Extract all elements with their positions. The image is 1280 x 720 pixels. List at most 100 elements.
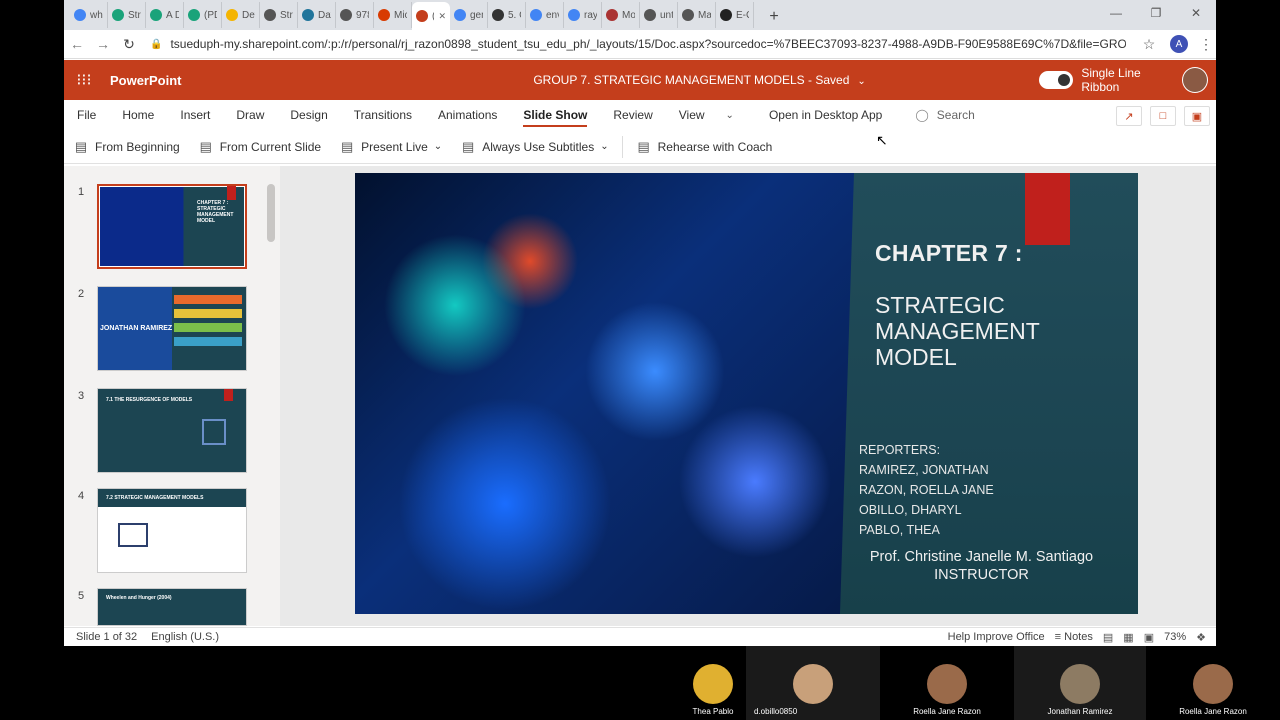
browser-tab-strip: whStraA Di(PDDevStraDav978Mic(✕gen5. Gen… [64,0,1216,30]
slide-sorter-icon[interactable]: ▦ [1123,631,1133,644]
instructor-block[interactable]: Prof. Christine Janelle M. Santiago INST… [859,548,1104,584]
participant-tile[interactable]: Thea Pablo [680,646,746,720]
tab-home[interactable]: Home [109,100,167,130]
thumbnail-row[interactable]: 4 7.2 STRATEGIC MANAGEMENT MODELS [64,488,270,580]
thumbnails-scrollbar[interactable] [264,166,278,626]
bookmark-star-icon[interactable]: ☆ [1136,36,1162,53]
participant-name: Thea Pablo [692,707,734,716]
url-field[interactable]: 🔒 tsueduph-my.sharepoint.com/:p:/r/perso… [150,32,1126,56]
thumbnail-title: 7.1 THE RESURGENCE OF MODELS [106,397,193,403]
app-name[interactable]: PowerPoint [110,73,440,88]
wordpress-icon [302,9,314,21]
app-launcher-icon[interactable]: ⁝⁝⁝ [64,70,104,90]
browser-tab[interactable]: 5. G [488,2,526,28]
thumbnail-row[interactable]: 1 CHAPTER 7 : STRATEGIC MANAGEMENT MODEL [64,184,270,276]
profile-avatar[interactable]: A [1170,35,1188,53]
from-beginning-button[interactable]: ▤ From Beginning [64,132,189,162]
browser-menu-icon[interactable]: ⋮ [1196,36,1216,53]
from-current-slide-button[interactable]: ▤ From Current Slide [189,132,330,162]
language-indicator[interactable]: English (U.S.) [151,631,219,643]
globe-icon [682,9,694,21]
browser-tab[interactable]: env [526,2,564,28]
slide-scrollbar[interactable] [1202,166,1216,626]
back-icon[interactable]: ← [64,36,90,52]
participant-tile[interactable]: d.obillo0850 [746,646,880,720]
participant-tile[interactable]: Jonathan Ramirez [1014,646,1146,720]
new-tab-icon[interactable]: + [762,4,786,30]
normal-view-icon[interactable]: ▤ [1103,631,1113,644]
url-text: tsueduph-my.sharepoint.com/:p:/r/persona… [170,37,1126,51]
browser-tab[interactable]: rayp [564,2,602,28]
subtitles-icon: ▤ [462,138,475,154]
tab-file[interactable]: File [64,100,109,130]
browser-tab[interactable]: wh [70,2,108,28]
help-improve-office-link[interactable]: Help Improve Office [948,631,1045,643]
document-title[interactable]: GROUP 7. STRATEGIC MANAGEMENT MODELS - S… [440,73,960,87]
participant-tile[interactable]: Roella Jane Razon [880,646,1014,720]
slide-thumbnail[interactable]: CHAPTER 7 : STRATEGIC MANAGEMENT MODEL [97,184,247,269]
present-live-button[interactable]: ▤ Present Live ⌄ [330,132,451,162]
thumbnail-title: 7.2 STRATEGIC MANAGEMENT MODELS [106,495,204,501]
tab-draw[interactable]: Draw [223,100,277,130]
browser-tab[interactable]: 978 [336,2,374,28]
browser-tab[interactable]: Dev [222,2,260,28]
browser-tab[interactable]: (PD [184,2,222,28]
tab-animations[interactable]: Animations [425,100,510,130]
open-in-desktop-app-button[interactable]: Open in Desktop App [756,100,895,130]
slide-thumbnail[interactable]: 7.1 THE RESURGENCE OF MODELS [97,388,247,473]
search-input[interactable]: Search [937,108,975,122]
present-live-label: Present Live [361,139,428,154]
browser-tab[interactable]: gen [450,2,488,28]
reading-view-icon[interactable]: ▣ [1144,631,1154,644]
single-line-ribbon-toggle[interactable] [1039,71,1074,89]
slide-chapter-heading[interactable]: CHAPTER 7 : [875,240,1023,267]
participant-avatar [793,664,833,704]
slide-thumbnail[interactable]: 7.2 STRATEGIC MANAGEMENT MODELS [97,488,247,573]
close-icon[interactable]: ✕ [1176,0,1216,26]
tab-insert[interactable]: Insert [167,100,223,130]
rehearse-with-coach-button[interactable]: ▤ Rehearse with Coach [627,132,782,162]
tab-review[interactable]: Review [600,100,665,130]
browser-tab[interactable]: (✕ [412,2,450,30]
tab-slide-show[interactable]: Slide Show [510,100,600,130]
reload-icon[interactable]: ↻ [116,36,142,53]
always-use-subtitles-button[interactable]: ▤ Always Use Subtitles ⌄ [451,132,617,162]
tab-view[interactable]: View [666,100,718,130]
browser-tab[interactable]: unti [640,2,678,28]
forward-icon[interactable]: → [90,36,116,52]
thumbnail-row[interactable]: 2 JONATHAN RAMIREZ [64,286,270,378]
browser-tab[interactable]: E-C [716,2,754,28]
more-tabs-chevron-icon[interactable]: ⌄ [718,110,742,121]
browser-tab[interactable]: Mic [374,2,412,28]
slide-thumbnail[interactable]: Wheelen and Hunger (2004) [97,588,247,626]
slide-counter: Slide 1 of 32 [76,631,138,643]
scrollbar-thumb[interactable] [267,184,275,242]
subtitles-label: Always Use Subtitles [482,139,595,154]
slide-show-command-bar: ▤ From Beginning ▤ From Current Slide ▤ Pre… [64,130,1216,164]
thumbnail-row[interactable]: 3 7.1 THE RESURGENCE OF MODELS [64,388,270,480]
user-avatar[interactable] [1182,67,1208,93]
present-icon[interactable]: ▣ [1184,106,1210,126]
browser-tab[interactable]: Stra [108,2,146,28]
browser-tab[interactable]: A Di [146,2,184,28]
restore-icon[interactable]: ❐ [1136,0,1176,26]
zoom-level[interactable]: 73% [1164,631,1186,643]
close-tab-icon[interactable]: ✕ [438,11,446,22]
notes-button[interactable]: ≡ Notes [1055,631,1093,643]
fit-to-window-icon[interactable]: ❖ [1196,631,1206,644]
participant-tile[interactable]: Roella Jane Razon [1146,646,1280,720]
browser-tab[interactable]: Dav [298,2,336,28]
browser-tab[interactable]: Mar [678,2,716,28]
slide-title[interactable]: STRATEGIC MANAGEMENT MODEL [875,292,1125,370]
current-slide[interactable]: CHAPTER 7 : STRATEGIC MANAGEMENT MODEL R… [355,173,1138,614]
comments-icon[interactable]: □ [1150,106,1176,126]
share-icon[interactable]: ↗ [1116,106,1142,126]
slide-thumbnail[interactable]: JONATHAN RAMIREZ [97,286,247,371]
browser-tab[interactable]: Stra [260,2,298,28]
browser-tab[interactable]: Mo [602,2,640,28]
minimize-icon[interactable]: — [1096,0,1136,26]
reporters-block[interactable]: REPORTERS: RAMIREZ, JONATHAN RAZON, ROEL… [859,440,994,540]
thumbnail-red-tab [227,186,236,200]
tab-design[interactable]: Design [277,100,340,130]
tab-transitions[interactable]: Transitions [341,100,425,130]
